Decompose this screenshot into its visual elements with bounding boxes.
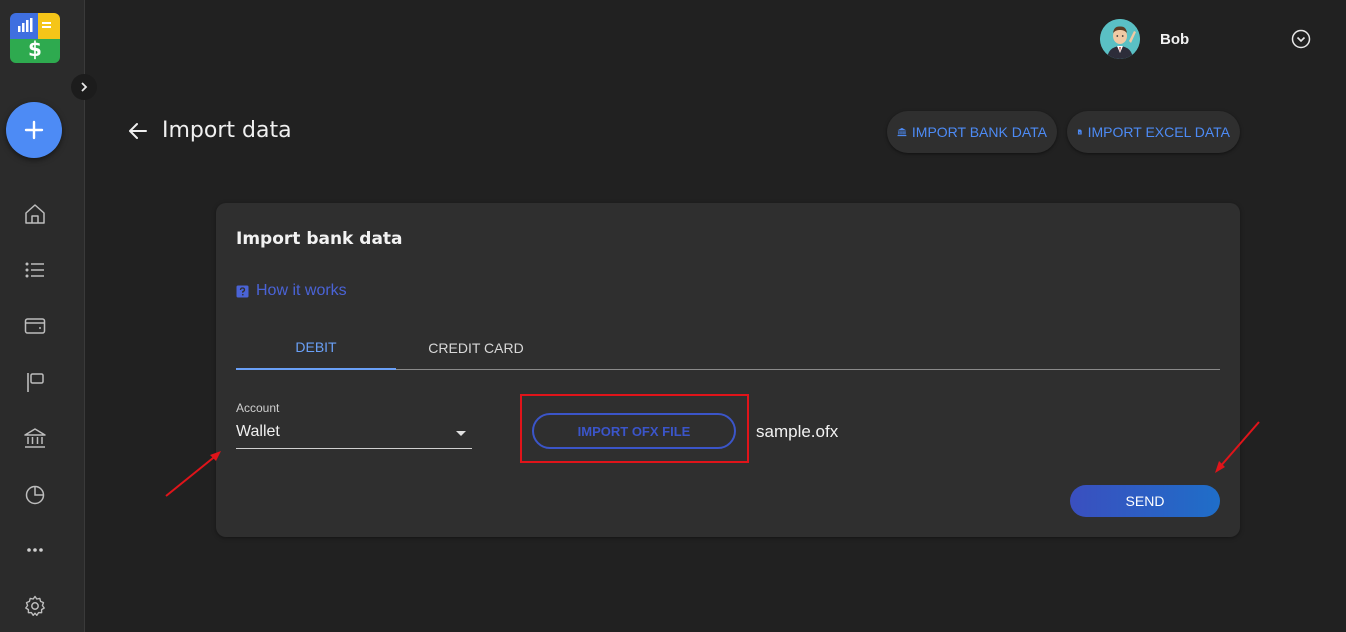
wallet-icon — [24, 318, 46, 334]
sidebar-item-transactions[interactable] — [22, 257, 48, 283]
user-name: Bob — [1160, 31, 1190, 48]
flag-icon — [27, 373, 44, 392]
bank-icon — [897, 127, 907, 137]
sidebar-item-accounts[interactable] — [22, 313, 48, 339]
chevron-down-circle-icon — [1291, 29, 1311, 49]
pie-chart-icon — [25, 485, 45, 505]
selected-file-name: sample.ofx — [756, 422, 839, 441]
sidebar-item-more[interactable] — [22, 537, 48, 563]
send-button[interactable]: SEND — [1070, 485, 1220, 517]
excel-file-icon — [1077, 129, 1082, 135]
account-select[interactable]: Wallet — [236, 419, 472, 449]
sidebar-item-settings[interactable] — [22, 593, 48, 619]
import-ofx-file-button[interactable]: IMPORT OFX FILE — [532, 413, 736, 449]
account-value: Wallet — [236, 423, 280, 440]
expand-sidebar-button[interactable] — [71, 74, 97, 100]
user-avatar-icon — [1100, 19, 1140, 59]
home-icon — [25, 204, 45, 224]
chart-bars-icon — [18, 18, 51, 32]
account-label: Account — [236, 401, 280, 415]
tab-debit[interactable]: DEBIT — [236, 326, 396, 370]
tab-credit-card[interactable]: CREDIT CARD — [396, 326, 556, 370]
bank-icon — [24, 428, 46, 448]
account-type-tabs: DEBIT CREDIT CARD — [236, 326, 1220, 370]
caret-down-icon — [456, 431, 466, 436]
plus-icon — [24, 120, 44, 140]
how-it-works-label: How it works — [256, 282, 347, 299]
how-it-works-link[interactable]: How it works — [236, 282, 347, 300]
annotation-arrow-icon — [165, 451, 221, 497]
card-title: Import bank data — [236, 229, 403, 249]
import-excel-data-button[interactable]: IMPORT EXCEL DATA — [1067, 111, 1240, 153]
sidebar-item-banks[interactable] — [22, 425, 48, 451]
settings-icon — [25, 595, 45, 616]
import-bank-data-button[interactable]: IMPORT BANK DATA — [887, 111, 1057, 153]
arrow-left-icon — [129, 123, 147, 139]
sidebar-item-reports[interactable] — [22, 481, 48, 507]
add-button[interactable] — [6, 102, 62, 158]
import-excel-data-label: IMPORT EXCEL DATA — [1087, 124, 1230, 140]
list-icon — [25, 262, 44, 278]
more-icon — [27, 548, 43, 552]
import-bank-data-label: IMPORT BANK DATA — [911, 124, 1047, 140]
page-title: Import data — [162, 118, 292, 143]
sidebar-item-goals[interactable] — [22, 369, 48, 395]
chevron-right-icon — [81, 82, 88, 92]
app-logo[interactable]: $ — [10, 13, 60, 63]
annotation-arrow-icon — [1215, 421, 1260, 473]
sidebar: $ — [0, 0, 97, 632]
back-button[interactable] — [127, 120, 149, 142]
help-box-icon — [236, 285, 249, 297]
sidebar-item-home[interactable] — [22, 201, 48, 227]
user-menu-button[interactable] — [1291, 29, 1311, 49]
import-bank-data-card: Import bank data How it works DEBIT CRED… — [216, 203, 1240, 537]
avatar[interactable] — [1100, 19, 1140, 59]
logo-dollar: $ — [28, 37, 42, 61]
